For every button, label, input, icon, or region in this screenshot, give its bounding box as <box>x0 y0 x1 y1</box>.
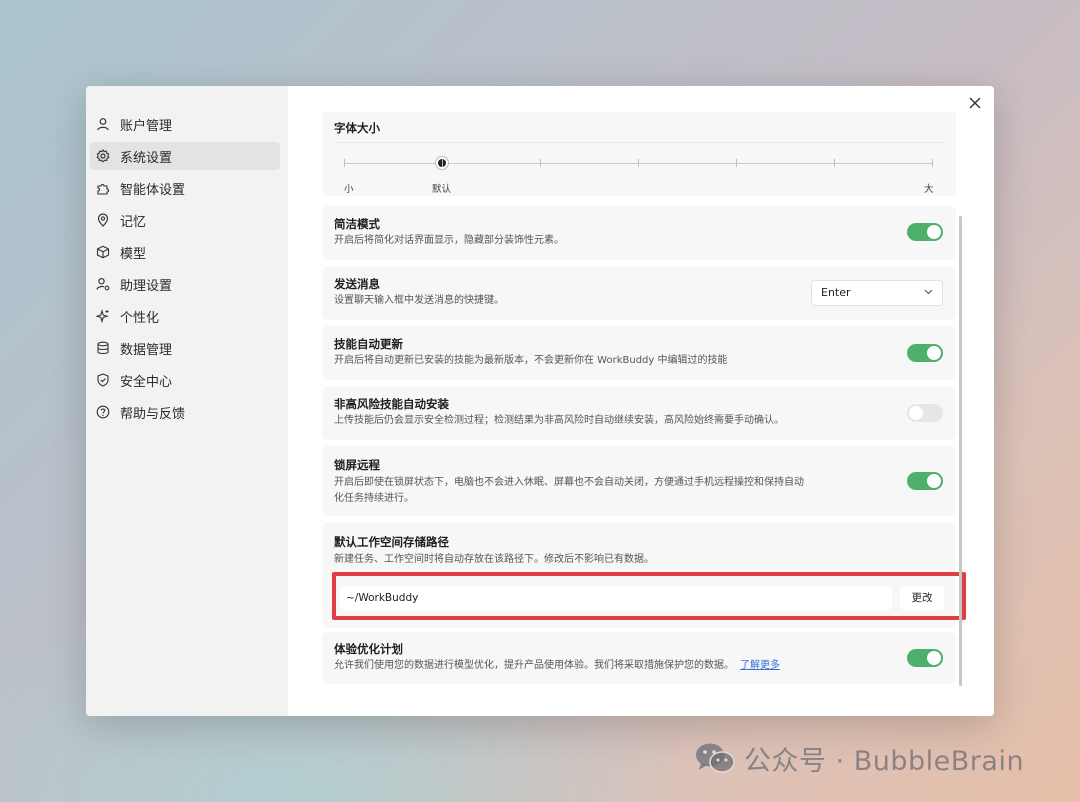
help-circle-icon <box>96 405 110 419</box>
sidebar-item-memory[interactable]: 记忆 <box>90 206 280 234</box>
font-size-slider-tick <box>932 159 933 167</box>
sidebar-item-label: 智能体设置 <box>120 182 186 198</box>
user-icon <box>97 118 109 131</box>
lock-screen-remote-desc-line2: 化任务持续进行。 <box>334 493 414 504</box>
font-size-slider-tick <box>344 159 345 167</box>
watermark-text: 公众号 · BubbleBrain <box>744 745 1025 777</box>
skill-auto-update-desc: 开启后将自动更新已安装的技能为最新版本，不会更新你在 WorkBuddy 中编辑… <box>334 355 728 366</box>
lock-screen-remote-desc-line1: 开启后即使在锁屏状态下，电脑也不会进入休眠、屏幕也不会自动关闭，方便通过手机远程… <box>334 477 804 488</box>
sidebar-item-label: 模型 <box>120 246 147 262</box>
sidebar-item-assistant-settings[interactable]: 助理设置 <box>90 270 280 298</box>
send-message-card: 发送消息 设置聊天输入框中发送消息的快捷键。 Enter <box>322 266 956 320</box>
skill-auto-update-title: 技能自动更新 <box>334 337 403 351</box>
sidebar-item-label: 助理设置 <box>120 278 173 294</box>
cube-icon <box>96 245 110 259</box>
send-key-value: Enter <box>821 286 851 299</box>
sidebar-item-help-feedback[interactable]: 帮助与反馈 <box>90 398 280 426</box>
settings-content: 字体大小 小 默认 大 简洁模式 开启后将简化对话界面显示，隐藏部分装饰性元素。… <box>322 104 966 714</box>
sidebar-item-label: 记忆 <box>120 214 147 230</box>
close-button[interactable] <box>966 94 984 112</box>
gear-icon <box>96 149 110 163</box>
sidebar-item-security-center[interactable]: 安全中心 <box>90 366 280 394</box>
non-high-risk-install-desc: 上传技能后仍会显示安全检测过程；检测结果为非高风险时自动继续安装，高风险始终需要… <box>334 415 784 426</box>
font-size-label-default: 默认 <box>432 184 452 195</box>
font-size-label-large: 大 <box>924 184 934 195</box>
font-size-slider-tick <box>442 159 443 167</box>
sidebar: 账户管理 系统设置 智能体设置 记忆 模型 助理设置 个性化 数据管理 安全中心… <box>86 86 288 716</box>
chevron-down-icon <box>924 289 933 295</box>
sidebar-item-account[interactable]: 账户管理 <box>90 110 280 138</box>
non-high-risk-install-card: 非高风险技能自动安装 上传技能后仍会显示安全检测过程；检测结果为非高风险时自动继… <box>322 386 956 440</box>
workspace-path-title: 默认工作空间存储路径 <box>334 535 449 549</box>
font-size-label-small: 小 <box>344 184 354 195</box>
experience-plan-title: 体验优化计划 <box>334 642 403 656</box>
experience-plan-desc-row: 允许我们使用您的数据进行模型优化，提升产品使用体验。我们将采取措施保护您的数据。… <box>334 658 780 674</box>
sidebar-item-agent-settings[interactable]: 智能体设置 <box>90 174 280 202</box>
close-icon <box>969 97 981 109</box>
font-size-slider-tick <box>834 159 835 167</box>
sparkle-icon <box>96 309 109 323</box>
database-icon <box>97 341 109 355</box>
sidebar-item-label: 系统设置 <box>120 150 173 166</box>
font-size-title: 字体大小 <box>334 121 380 135</box>
user-gear-icon <box>96 277 110 291</box>
sidebar-item-label: 数据管理 <box>120 342 173 358</box>
divider <box>334 142 944 143</box>
experience-plan-toggle[interactable] <box>907 649 943 667</box>
sidebar-item-model[interactable]: 模型 <box>90 238 280 266</box>
sidebar-item-label: 账户管理 <box>120 118 173 134</box>
skill-auto-update-toggle[interactable] <box>907 344 943 362</box>
workspace-path-desc: 新建任务、工作空间时将自动存放在该路径下。修改后不影响已有数据。 <box>334 554 654 565</box>
lock-screen-remote-toggle[interactable] <box>907 472 943 490</box>
sidebar-item-label: 安全中心 <box>120 374 173 390</box>
workspace-path-input[interactable]: ~/WorkBuddy <box>340 586 892 610</box>
font-size-card: 字体大小 小 默认 大 <box>322 112 956 196</box>
send-key-select[interactable]: Enter <box>811 280 943 306</box>
compact-mode-toggle[interactable] <box>907 223 943 241</box>
compact-mode-title: 简洁模式 <box>334 217 380 231</box>
non-high-risk-install-title: 非高风险技能自动安装 <box>334 397 449 411</box>
puzzle-icon <box>97 183 110 195</box>
sidebar-item-label: 个性化 <box>120 310 160 326</box>
non-high-risk-install-toggle[interactable] <box>907 404 943 422</box>
brain-pin-icon <box>97 213 109 227</box>
font-size-slider-tick <box>540 159 541 167</box>
learn-more-link[interactable]: 了解更多 <box>740 660 780 671</box>
experience-plan-desc: 允许我们使用您的数据进行模型优化，提升产品使用体验。我们将采取措施保护您的数据。 <box>334 660 734 671</box>
wechat-icon <box>696 743 735 773</box>
send-message-title: 发送消息 <box>334 277 380 291</box>
change-path-button[interactable]: 更改 <box>900 586 944 610</box>
sidebar-item-data-management[interactable]: 数据管理 <box>90 334 280 362</box>
experience-plan-card: 体验优化计划 允许我们使用您的数据进行模型优化，提升产品使用体验。我们将采取措施… <box>322 632 956 684</box>
compact-mode-card: 简洁模式 开启后将简化对话界面显示，隐藏部分装饰性元素。 <box>322 206 956 260</box>
settings-window: 账户管理 系统设置 智能体设置 记忆 模型 助理设置 个性化 数据管理 安全中心… <box>86 86 994 716</box>
sidebar-item-personalization[interactable]: 个性化 <box>90 302 280 330</box>
sidebar-item-system-settings[interactable]: 系统设置 <box>90 142 280 170</box>
lock-screen-remote-title: 锁屏远程 <box>334 458 380 472</box>
content-scrollbar[interactable] <box>959 216 962 686</box>
sidebar-item-label: 帮助与反馈 <box>120 406 186 422</box>
skill-auto-update-card: 技能自动更新 开启后将自动更新已安装的技能为最新版本，不会更新你在 WorkBu… <box>322 326 956 380</box>
compact-mode-desc: 开启后将简化对话界面显示，隐藏部分装饰性元素。 <box>334 235 564 246</box>
font-size-slider-tick <box>736 159 737 167</box>
watermark: 公众号 · BubbleBrain <box>694 738 1024 778</box>
font-size-slider-tick <box>638 159 639 167</box>
workspace-path-card: 默认工作空间存储路径 新建任务、工作空间时将自动存放在该路径下。修改后不影响已有… <box>322 522 956 628</box>
lock-screen-remote-card: 锁屏远程 开启后即使在锁屏状态下，电脑也不会进入休眠、屏幕也不会自动关闭，方便通… <box>322 446 956 516</box>
send-message-desc: 设置聊天输入框中发送消息的快捷键。 <box>334 295 504 306</box>
shield-icon <box>97 373 109 387</box>
